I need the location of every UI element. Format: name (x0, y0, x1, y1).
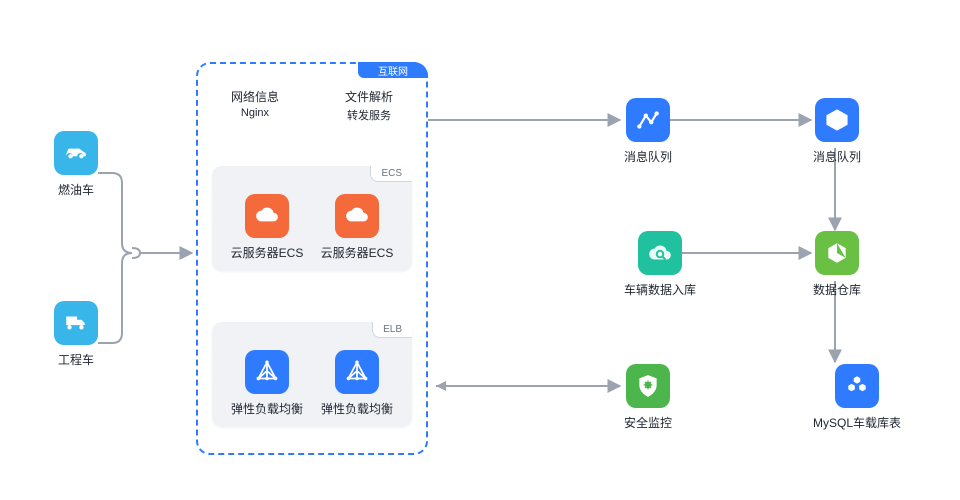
node-car: 燃油车 (54, 131, 98, 198)
center-header-right: 文件解析 转发服务 (345, 88, 393, 123)
ecs-item-2: 云服务器ECS (321, 194, 394, 261)
ecs-tag: ECS (370, 166, 412, 182)
load-balancer-icon (245, 350, 289, 394)
center-header: 网络信息 Nginx 文件解析 转发服务 (198, 88, 426, 123)
elb-card: ELB 弹性负载均衡 弹性负载均衡 (212, 322, 412, 427)
ecs-card: ECS 云服务器ECS 云服务器ECS (212, 166, 412, 271)
node-ingest: 车辆数据入库 (624, 231, 696, 298)
mysql-label: MySQL车载库表 (813, 414, 901, 431)
center-container: 互联网 网络信息 Nginx 文件解析 转发服务 ECS 云服务器ECS 云 (196, 62, 428, 455)
ingest-label: 车辆数据入库 (624, 281, 696, 298)
node-mysql: MySQL车载库表 (813, 364, 901, 431)
cloud-server-icon (245, 194, 289, 238)
truck-label: 工程车 (58, 351, 94, 368)
node-mq-2: 消息队列 (813, 98, 861, 165)
cloud-server-icon (335, 194, 379, 238)
truck-icon (54, 301, 98, 345)
node-truck: 工程车 (54, 301, 98, 368)
header-right-sub: 转发服务 (345, 107, 393, 123)
ecs-item-2-label: 云服务器ECS (321, 244, 394, 261)
node-security: 安全监控 (624, 364, 672, 431)
graph-icon (626, 98, 670, 142)
ecs-item-1: 云服务器ECS (231, 194, 304, 261)
car-icon (54, 131, 98, 175)
elb-item-2: 弹性负载均衡 (321, 350, 393, 417)
elb-tag: ELB (372, 322, 412, 338)
shield-gear-icon (626, 364, 670, 408)
load-balancer-icon (335, 350, 379, 394)
header-left-title: 网络信息 (231, 88, 279, 105)
header-left-sub: Nginx (231, 107, 279, 119)
elb-item-1: 弹性负载均衡 (231, 350, 303, 417)
warehouse-label: 数据仓库 (813, 281, 861, 298)
elb-item-2-label: 弹性负载均衡 (321, 400, 393, 417)
ecs-item-1-label: 云服务器ECS (231, 244, 304, 261)
security-label: 安全监控 (624, 414, 672, 431)
car-label: 燃油车 (58, 181, 94, 198)
cube-icon (815, 231, 859, 275)
queue-icon (815, 98, 859, 142)
hex-cluster-icon (835, 364, 879, 408)
mq1-label: 消息队列 (624, 148, 672, 165)
mq2-label: 消息队列 (813, 148, 861, 165)
elb-item-1-label: 弹性负载均衡 (231, 400, 303, 417)
center-tab: 互联网 (358, 62, 428, 78)
node-warehouse: 数据仓库 (813, 231, 861, 298)
cloud-search-icon (638, 231, 682, 275)
header-right-title: 文件解析 (345, 88, 393, 105)
node-mq-1: 消息队列 (624, 98, 672, 165)
center-header-left: 网络信息 Nginx (231, 88, 279, 123)
